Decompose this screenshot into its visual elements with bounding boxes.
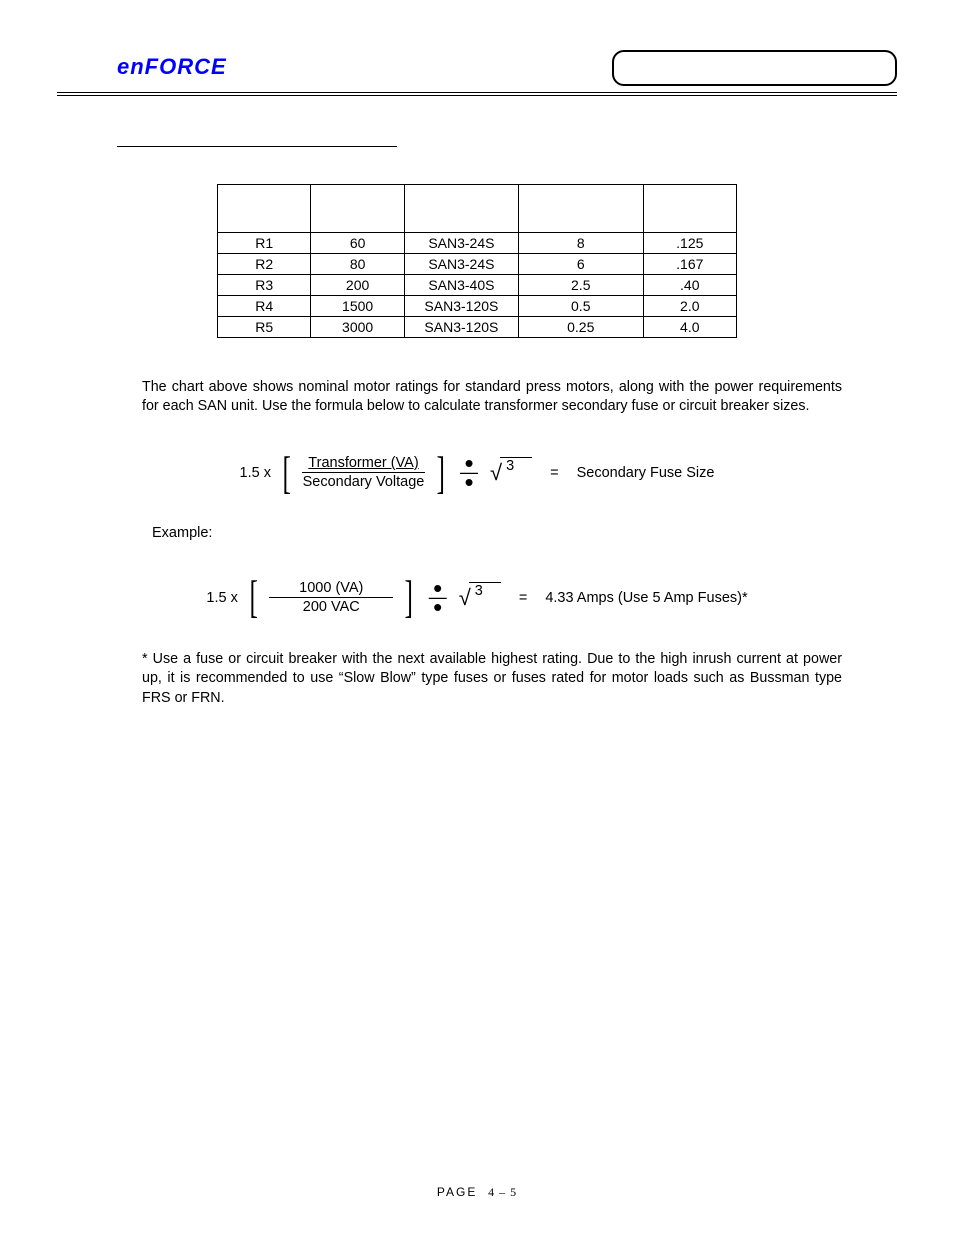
fraction-numerator: 1000 (VA)	[269, 580, 393, 599]
formula-result: 4.33 Amps (Use 5 Amp Fuses)*	[545, 590, 747, 606]
table-cell: R1	[218, 233, 311, 254]
example-label: Example:	[152, 525, 897, 541]
table-cell: SAN3-120S	[404, 317, 518, 338]
footer-page-number: 4 – 5	[488, 1185, 517, 1199]
equals-sign: =	[509, 590, 537, 606]
fraction: Transformer (VA) Secondary Voltage	[302, 455, 424, 491]
table-body: R1 60 SAN3-24S 8 .125 R2 80 SAN3-24S 6 .…	[218, 233, 737, 338]
table-row: R2 80 SAN3-24S 6 .167	[218, 254, 737, 275]
intro-paragraph: The chart above shows nominal motor rati…	[142, 378, 842, 417]
table-cell: 60	[311, 233, 404, 254]
division-icon: •—•	[456, 459, 482, 487]
table-header-cell	[643, 185, 736, 233]
table-cell: R5	[218, 317, 311, 338]
left-bracket-icon: [	[282, 455, 290, 492]
formula-prefix: 1.5 x	[240, 465, 271, 481]
sqrt-icon: √3	[459, 587, 501, 609]
formula-result: Secondary Fuse Size	[577, 465, 715, 481]
table-cell: SAN3-40S	[404, 275, 518, 296]
page-header: enFORCE	[57, 50, 897, 86]
table-cell: SAN3-120S	[404, 296, 518, 317]
table-cell: .167	[643, 254, 736, 275]
fraction-numerator: Transformer (VA)	[302, 455, 424, 474]
table-cell: 80	[311, 254, 404, 275]
table-cell: 2.0	[643, 296, 736, 317]
fraction-denominator: Secondary Voltage	[303, 473, 425, 491]
section-title-underline	[117, 146, 397, 147]
footnote-paragraph: * Use a fuse or circuit breaker with the…	[142, 650, 842, 708]
table-cell: SAN3-24S	[404, 233, 518, 254]
table-cell: 0.25	[518, 317, 643, 338]
right-bracket-icon: ]	[436, 455, 444, 492]
table-cell: .40	[643, 275, 736, 296]
brand-logo: enFORCE	[57, 54, 227, 86]
table-row: R5 3000 SAN3-120S 0.25 4.0	[218, 317, 737, 338]
page: enFORCE R1 60 SAN3-24S 8 .125 R2	[0, 0, 954, 1235]
fraction: 1000 (VA) 200 VAC	[269, 580, 393, 616]
formula-prefix: 1.5 x	[206, 590, 237, 606]
table-cell: 0.5	[518, 296, 643, 317]
table-header-cell	[518, 185, 643, 233]
table-cell: 8	[518, 233, 643, 254]
formula-generic: 1.5 x [ Transformer (VA) Secondary Volta…	[57, 455, 897, 492]
table-cell: 1500	[311, 296, 404, 317]
right-bracket-icon: ]	[405, 579, 413, 616]
table-cell: R4	[218, 296, 311, 317]
table-cell: 3000	[311, 317, 404, 338]
table-cell: R2	[218, 254, 311, 275]
equals-sign: =	[540, 465, 568, 481]
page-footer: PAGE 4 – 5	[0, 1185, 954, 1200]
table-row: R3 200 SAN3-40S 2.5 .40	[218, 275, 737, 296]
sqrt-icon: √3	[490, 462, 532, 484]
table-cell: 200	[311, 275, 404, 296]
header-rule	[57, 92, 897, 96]
table-cell: 2.5	[518, 275, 643, 296]
left-bracket-icon: [	[249, 579, 257, 616]
table-row: R1 60 SAN3-24S 8 .125	[218, 233, 737, 254]
sqrt-argument: 3	[469, 582, 501, 596]
table-header-row	[218, 185, 737, 233]
table-cell: .125	[643, 233, 736, 254]
fraction-denominator: 200 VAC	[303, 598, 360, 616]
table-row: R4 1500 SAN3-120S 0.5 2.0	[218, 296, 737, 317]
division-icon: •—•	[425, 584, 451, 612]
table-cell: R3	[218, 275, 311, 296]
table-header-cell	[218, 185, 311, 233]
sqrt-argument: 3	[500, 457, 532, 471]
table-header-cell	[404, 185, 518, 233]
table-header-cell	[311, 185, 404, 233]
header-callout-box	[612, 50, 897, 86]
table-cell: 4.0	[643, 317, 736, 338]
table-cell: 6	[518, 254, 643, 275]
table-cell: SAN3-24S	[404, 254, 518, 275]
footer-label: PAGE	[437, 1185, 477, 1199]
formula-example: 1.5 x [ 1000 (VA) 200 VAC ] •—• √3 = 4.3…	[57, 579, 897, 616]
ratings-table: R1 60 SAN3-24S 8 .125 R2 80 SAN3-24S 6 .…	[217, 184, 737, 338]
